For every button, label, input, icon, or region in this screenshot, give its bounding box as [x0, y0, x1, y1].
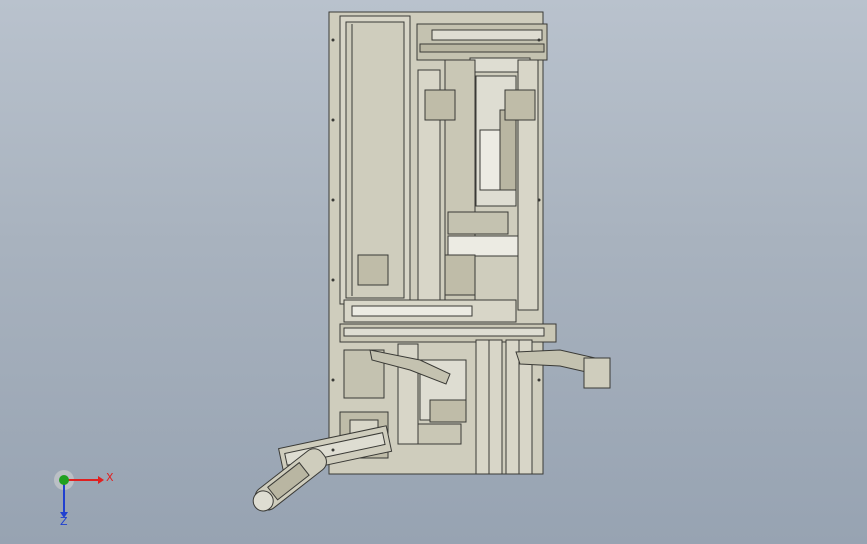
carriage-block-3 — [447, 211, 509, 235]
carriage-block-2 — [504, 89, 536, 121]
top-gantry-beam — [416, 23, 548, 61]
coordinate-triad: X Z — [40, 462, 120, 532]
z-axis-label: Z — [60, 515, 68, 528]
cad-assembly-model[interactable] — [0, 0, 867, 544]
x-axis-label: X — [106, 471, 114, 484]
graphics-viewport[interactable]: X Z — [0, 0, 867, 544]
carriage-block-1 — [424, 89, 456, 121]
carriage-block-4 — [447, 235, 519, 257]
